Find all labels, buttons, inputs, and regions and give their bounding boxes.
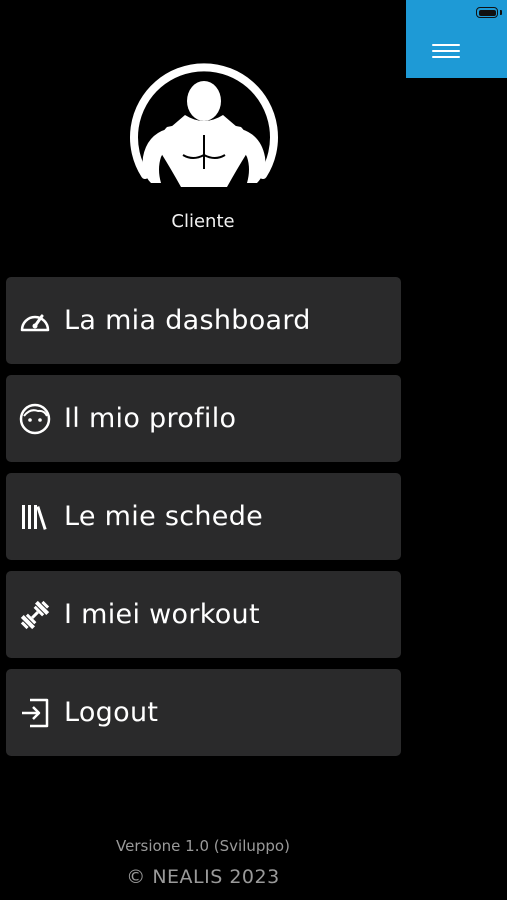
menu-item-logout[interactable]: Logout <box>6 669 401 756</box>
speedometer-icon <box>18 304 52 338</box>
user-role: Cliente <box>171 211 235 232</box>
hamburger-line <box>432 56 460 58</box>
logout-icon <box>18 696 52 730</box>
menu-item-label: Il mio profilo <box>64 403 237 434</box>
menu-item-schede[interactable]: Le mie schede <box>6 473 401 560</box>
main-menu: La mia dashboard Il mio profilo Le mie s… <box>6 277 401 767</box>
bodybuilder-icon <box>127 57 281 193</box>
dumbbell-icon <box>18 598 52 632</box>
menu-item-label: I miei workout <box>64 599 260 630</box>
battery-tip <box>500 10 502 15</box>
copyright-text: © NEALIS 2023 <box>126 866 280 888</box>
battery-icon <box>476 7 498 18</box>
top-bar <box>406 0 507 78</box>
menu-item-workout[interactable]: I miei workout <box>6 571 401 658</box>
menu-item-label: Logout <box>64 697 159 728</box>
menu-item-label: La mia dashboard <box>64 305 311 336</box>
menu-item-profile[interactable]: Il mio profilo <box>6 375 401 462</box>
hamburger-menu-button[interactable] <box>432 41 460 61</box>
menu-item-dashboard[interactable]: La mia dashboard <box>6 277 401 364</box>
face-icon <box>18 402 52 436</box>
hamburger-line <box>432 44 460 46</box>
hamburger-line <box>432 50 460 52</box>
version-text: Versione 1.0 (Sviluppo) <box>116 837 290 855</box>
books-icon <box>18 500 52 534</box>
menu-item-label: Le mie schede <box>64 501 264 532</box>
